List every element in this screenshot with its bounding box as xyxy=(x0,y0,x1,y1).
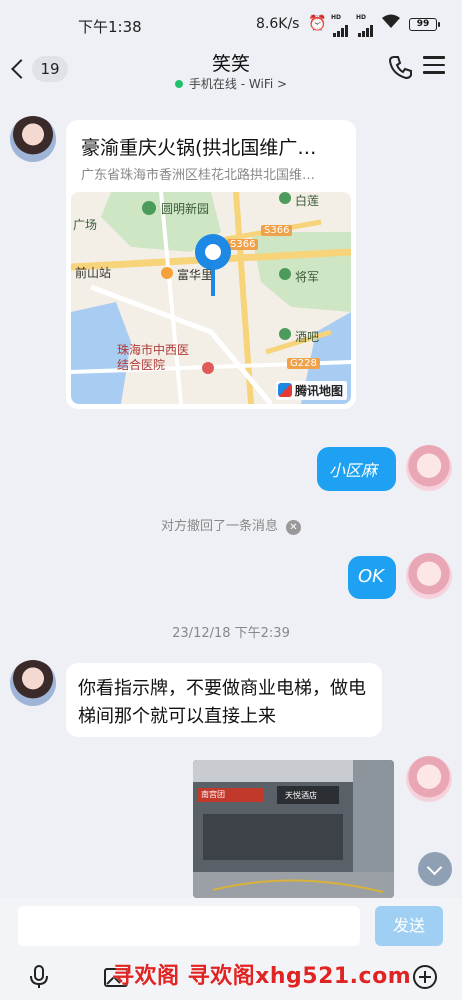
map-provider-logo: 腾讯地图 xyxy=(275,381,347,400)
call-button[interactable] xyxy=(388,54,414,80)
map-graphic xyxy=(71,192,351,404)
message-timestamp: 23/12/18 下午2:39 xyxy=(172,626,290,641)
add-icon[interactable] xyxy=(412,964,438,990)
photo-image xyxy=(193,760,394,898)
contact-avatar[interactable] xyxy=(10,116,56,162)
sent-message-bubble[interactable]: 小区麻 xyxy=(317,447,396,491)
my-avatar[interactable] xyxy=(406,756,452,802)
signal-icon xyxy=(358,18,374,37)
watermark: 寻欢阁 寻欢阁xhg521.com xyxy=(112,964,412,989)
location-name: 豪渝重庆火锅(拱北国维广… xyxy=(81,137,317,159)
sent-message-text: 小区麻 xyxy=(329,461,378,480)
message-input[interactable] xyxy=(18,906,360,946)
send-button[interactable]: 发送 xyxy=(375,906,443,946)
photo-sign-right: 天悦酒店 xyxy=(285,791,317,800)
map-label-square: 广场 xyxy=(73,218,98,232)
map-label-bailian: 白莲 xyxy=(295,194,320,208)
road-tag-g228: G228 xyxy=(287,358,320,369)
alarm-icon: ⏰ xyxy=(308,14,327,32)
contact-avatar[interactable] xyxy=(10,660,56,706)
received-message-bubble[interactable]: 你看指示牌，不要做商业电梯，做电梯间那个就可以直接上来 xyxy=(66,663,382,737)
menu-icon xyxy=(423,56,445,74)
chat-header: 19 笑笑 手机在线 - WiFi > xyxy=(0,44,462,94)
recall-notice: 对方撤回了一条消息 ✕ xyxy=(0,515,462,535)
map-pin-icon xyxy=(195,234,231,296)
location-address: 广东省珠海市香洲区桂花北路拱北国维… xyxy=(81,168,316,183)
map-provider-label: 腾讯地图 xyxy=(294,384,343,398)
wifi-icon xyxy=(381,13,401,33)
map-label-jiangjun: 将军 xyxy=(295,270,320,284)
map-label-bar: 酒吧 xyxy=(295,330,320,344)
signal-icon xyxy=(333,18,349,37)
sent-photo[interactable]: 南宫团 天悦酒店 xyxy=(193,760,394,898)
my-avatar[interactable] xyxy=(406,553,452,599)
network-speed: 8.6K/s xyxy=(256,16,300,32)
status-bar: 下午1:38 8.6K/s ⏰ HD HD 99 xyxy=(0,0,462,48)
online-dot-icon xyxy=(174,80,183,88)
my-avatar[interactable] xyxy=(406,445,452,491)
menu-button[interactable] xyxy=(423,56,445,78)
received-message-text: 你看指示牌，不要做商业电梯，做电梯间那个就可以直接上来 xyxy=(78,678,366,727)
sent-message-text: OK xyxy=(358,566,384,587)
sent-message-bubble[interactable]: OK xyxy=(348,556,396,599)
recall-notice-text: 对方撤回了一条消息 xyxy=(160,519,278,534)
battery-icon: 99 xyxy=(409,18,440,31)
map-label-hospital: 珠海市中西医 结合医院 xyxy=(117,343,190,372)
road-tag-s366: S366 xyxy=(261,225,293,236)
location-card[interactable]: 豪渝重庆火锅(拱北国维广… 广东省珠海市香洲区桂花北路拱北国维… 圆明新园 广场… xyxy=(66,120,356,409)
status-time: 下午1:38 xyxy=(78,18,142,36)
close-icon[interactable]: ✕ xyxy=(286,520,301,535)
map-label-park: 圆明新园 xyxy=(161,202,210,216)
map-label-station: 前山站 xyxy=(75,266,112,280)
photo-sign-left: 南宫团 xyxy=(201,790,225,799)
tencent-map-icon xyxy=(277,383,292,397)
scroll-down-icon[interactable] xyxy=(418,852,452,886)
phone-icon xyxy=(388,56,412,80)
location-map[interactable]: 圆明新园 广场 前山站 富华里 珠海市中西医 结合医院 白莲 将军 酒吧 S36… xyxy=(71,192,351,404)
voice-icon[interactable] xyxy=(26,964,52,990)
online-status-text: 手机在线 - WiFi > xyxy=(188,77,288,91)
